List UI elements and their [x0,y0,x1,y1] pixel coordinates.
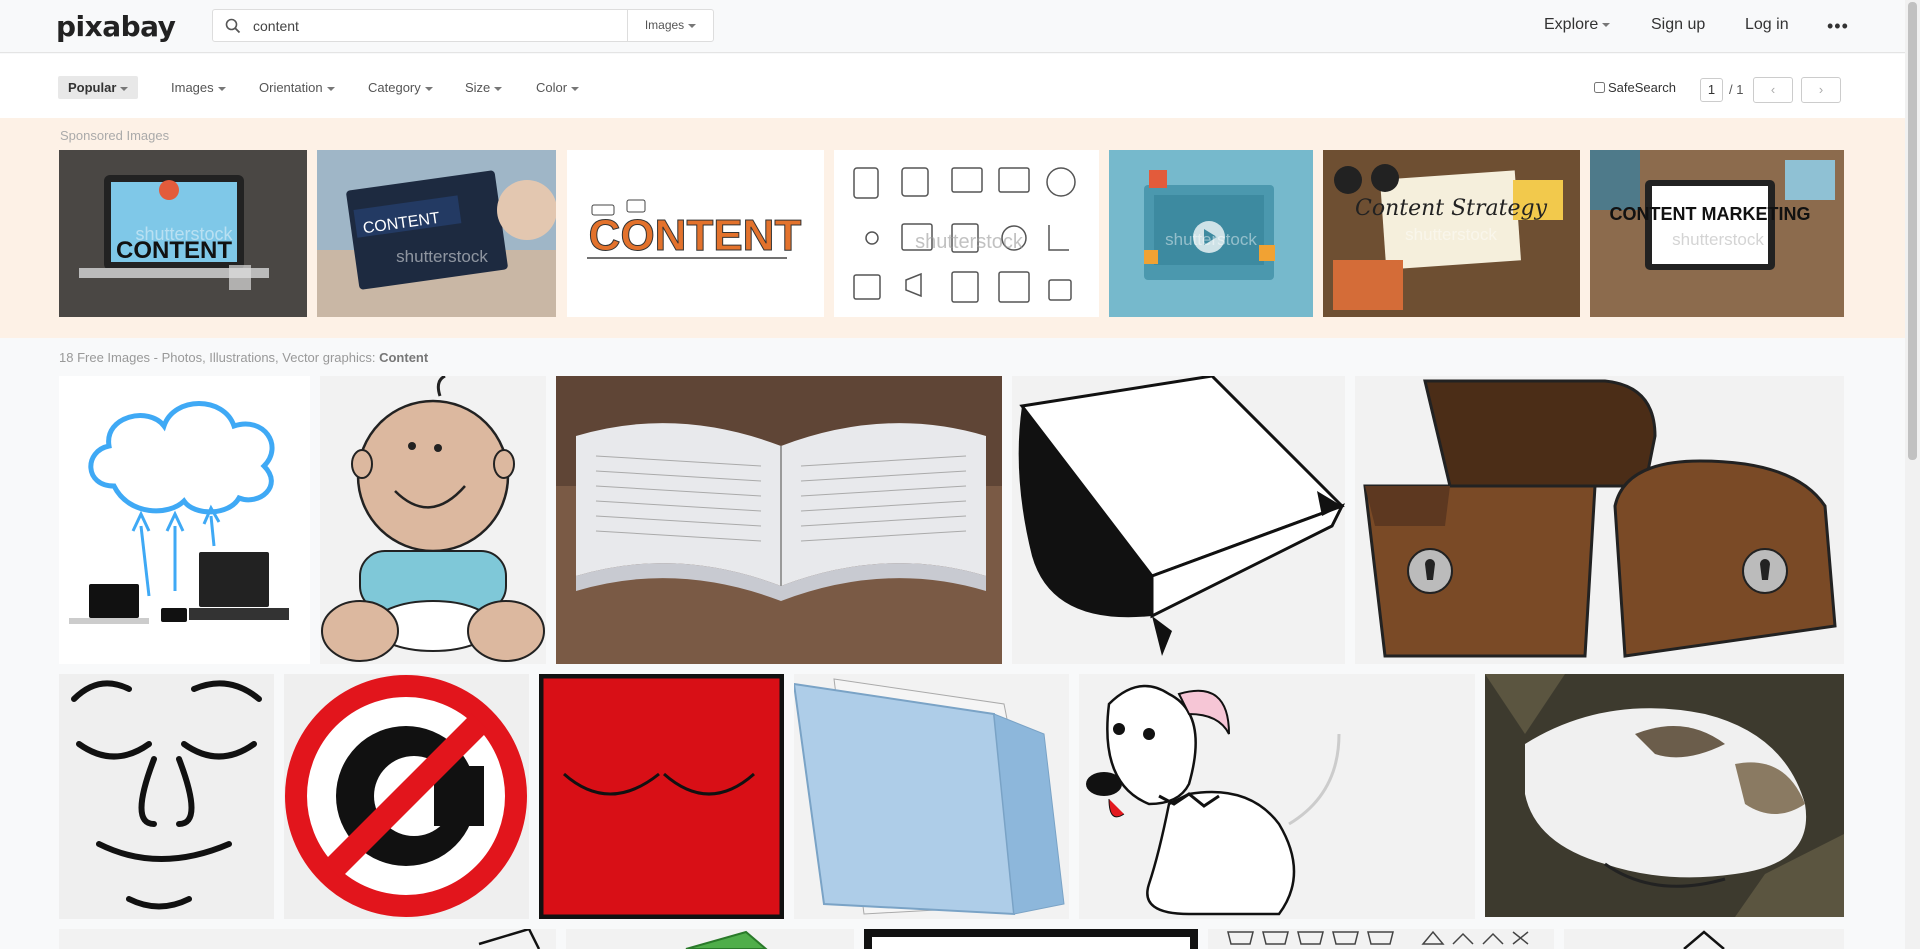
sponsored-image-4[interactable]: shutterstock [834,150,1099,317]
filter-orientation[interactable]: Orientation [259,80,335,95]
filter-size[interactable]: Size [465,80,503,95]
chevron-down-icon [424,86,433,91]
chevron-down-icon [571,86,580,91]
filter-images[interactable]: Images [171,80,226,95]
search-icon[interactable] [225,18,241,39]
filter-orientation-label: Orientation [259,80,323,95]
sponsored-image-3[interactable]: CONTENT [567,150,824,317]
result-image-blue-folder[interactable] [794,674,1069,919]
watermark-5: shutterstock [1165,230,1257,249]
filter-category-label: Category [368,80,421,95]
result-image-sleeping-cat[interactable] [1485,674,1844,917]
sponsored-image-1[interactable]: CONTENT shutterstock [59,150,307,317]
signup-link[interactable]: Sign up [1651,16,1705,34]
results-query: Content [379,350,429,365]
safesearch-checkbox[interactable] [1594,82,1605,93]
scrollbar-thumb[interactable] [1908,2,1917,460]
filter-size-label: Size [465,80,491,95]
chevron-down-icon [1602,22,1611,27]
chevron-down-icon [217,86,226,91]
result-image-row3-4[interactable] [1208,929,1554,949]
watermark-1: shutterstock [135,224,233,244]
watermark-4: shutterstock [915,231,1024,253]
chevron-down-icon [688,23,697,28]
explore-label: Explore [1544,16,1599,33]
search-type-dropdown[interactable]: Images [627,10,713,41]
result-image-cartoon-dog[interactable] [1079,674,1475,919]
sponsored-image-5[interactable]: shutterstock [1109,150,1313,317]
sponsored-image-2[interactable]: CONTENT shutterstock [317,150,556,317]
results-prefix: 18 Free Images - Photos, Illustrations, … [59,350,380,365]
filter-color[interactable]: Color [536,80,580,95]
safesearch-label: SafeSearch [1608,80,1676,95]
filter-color-label: Color [536,80,568,95]
pixabay-logo[interactable]: pixabay [56,10,176,43]
result-image-row3-1[interactable] [59,929,556,949]
login-link[interactable]: Log in [1745,16,1789,34]
next-page-button[interactable]: › [1801,77,1841,103]
page-total: / 1 [1729,82,1744,97]
filter-category[interactable]: Category [368,80,433,95]
filter-popular[interactable]: Popular [58,76,139,99]
result-image-baby[interactable] [320,376,546,664]
sponsored-text-6: Content Strategy [1355,196,1548,221]
result-image-open-book[interactable] [556,376,1002,664]
sponsored-label: Sponsored Images [60,128,170,143]
result-image-row3-2[interactable] [566,929,854,949]
filter-images-label: Images [171,80,214,95]
result-image-treasure-chest[interactable] [1355,376,1844,664]
filter-popular-label: Popular [68,80,117,95]
sponsored-text-3: CONTENT [589,211,802,260]
result-image-no-copyright-sign[interactable] [284,674,529,919]
previous-page-button[interactable]: ‹ [1753,77,1793,103]
result-image-row3-5[interactable] [1564,929,1844,949]
more-menu-icon[interactable]: ••• [1827,16,1849,37]
top-navigation-bar: pixabay content Images Explore Sign up L… [0,0,1905,53]
chevron-down-icon [326,86,335,91]
sponsored-text-7: CONTENT MARKETING [1610,204,1811,224]
sponsored-image-7[interactable]: CONTENT MARKETING shutterstock [1590,150,1844,317]
result-image-cloud-computing[interactable] [59,376,310,664]
page-number-input[interactable]: 1 [1700,78,1723,102]
result-image-closed-book[interactable] [1012,376,1345,664]
chevron-down-icon [494,86,503,91]
watermark-7: shutterstock [1672,230,1764,249]
chevron-down-icon [120,86,129,91]
search-input[interactable]: content [253,18,299,34]
result-image-face-sketch[interactable] [59,674,274,919]
explore-menu[interactable]: Explore [1544,16,1611,34]
search-type-label: Images [644,18,685,32]
safesearch-toggle[interactable]: SafeSearch [1594,80,1676,95]
sponsored-image-6[interactable]: Content Strategy shutterstock [1323,150,1580,317]
results-heading: 18 Free Images - Photos, Illustrations, … [59,350,428,365]
search-bar[interactable]: content Images [212,9,714,42]
result-image-row3-3[interactable] [864,929,1198,949]
result-image-closed-eyes-red[interactable] [539,674,784,919]
watermark-6: shutterstock [1405,225,1497,244]
watermark-2: shutterstock [396,247,488,266]
filter-bar: Popular Images Orientation Category Size… [0,54,1905,118]
